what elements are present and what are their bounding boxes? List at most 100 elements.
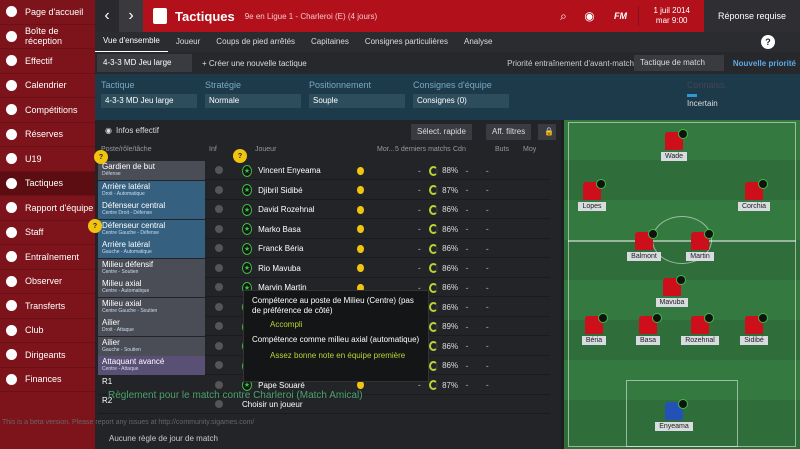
team-instructions-select[interactable]: Consignes (0) xyxy=(413,94,509,108)
help-marker-icon[interactable]: ? xyxy=(233,149,247,163)
strategy-select[interactable]: Normale xyxy=(205,94,301,108)
help-marker-icon[interactable]: ? xyxy=(88,219,102,233)
sidebar-item-observer[interactable]: Observer xyxy=(0,270,95,294)
forward-button[interactable]: › xyxy=(119,0,143,32)
info-icon[interactable] xyxy=(215,283,223,291)
pitch-player[interactable]: Enyeama xyxy=(652,399,696,431)
table-row[interactable]: Défenseur central Centre Droit - Défense ★… xyxy=(98,200,550,219)
globe-icon[interactable]: ◉ xyxy=(576,0,602,32)
player-name[interactable]: Choisir un joueur xyxy=(242,400,352,409)
match-tactic-select[interactable]: Tactique de match xyxy=(634,55,724,71)
tab-consignes-particuli-res[interactable]: Consignes particulières xyxy=(357,32,456,52)
pitch-player[interactable]: Lopes xyxy=(570,179,614,211)
tab-analyse[interactable]: Analyse xyxy=(456,32,500,52)
table-row[interactable]: Arrière latéral Droit - Automatique ★ Djibr… xyxy=(98,180,550,200)
player-name[interactable]: Marko Basa xyxy=(258,225,347,234)
goals-value: - xyxy=(465,302,469,312)
sidebar-item-u19[interactable]: U19 xyxy=(0,147,95,172)
info-icon[interactable] xyxy=(215,166,223,174)
sidebar-item-dirigeants[interactable]: Dirigeants xyxy=(0,343,95,368)
show-filters-button[interactable]: Aff. filtres xyxy=(486,124,532,140)
table-row[interactable]: Gardien de but Défense ★ Vincent Enyeama -88… xyxy=(98,161,550,180)
role-cell[interactable]: Arrière latéral Gauche - Automatique xyxy=(98,239,205,258)
player-cell[interactable]: ★ Djibril Sidibé -87% - - xyxy=(242,182,502,199)
fm-menu-button[interactable]: FM xyxy=(602,0,638,32)
sidebar-item-r-serves[interactable]: Réserves xyxy=(0,123,95,147)
role-cell[interactable]: Milieu axial Centre - Automatique xyxy=(98,278,205,297)
sidebar-item-tactiques[interactable]: Tactiques xyxy=(0,171,95,196)
role-cell[interactable]: Défenseur central Centre Droit - Défense xyxy=(98,200,205,219)
pitch-player[interactable]: Rozehnal xyxy=(678,313,722,345)
tab-capitaines[interactable]: Capitaines xyxy=(303,32,357,52)
continue-button[interactable]: Réponse requise xyxy=(703,0,800,32)
quick-select-button[interactable]: Sélect. rapide xyxy=(411,124,472,140)
sidebar-item-transferts[interactable]: Transferts xyxy=(0,294,95,319)
lock-icon[interactable]: 🔒 xyxy=(538,124,556,140)
role-cell[interactable]: Ailier Gauche - Soutien xyxy=(98,336,205,356)
player-name[interactable]: Franck Béria xyxy=(258,244,347,253)
back-button[interactable]: ‹ xyxy=(95,0,119,32)
player-name[interactable]: David Rozehnal xyxy=(258,205,347,214)
player-cell[interactable]: ★ Marko Basa -86% - - xyxy=(242,221,502,238)
player-cell[interactable]: ★ Vincent Enyeama -88% - - xyxy=(242,162,502,179)
player-name[interactable]: Rio Mavuba xyxy=(258,264,347,273)
role-cell[interactable]: Ailier Droit - Attaque xyxy=(98,317,205,336)
sidebar-item-entra-nement[interactable]: Entraînement xyxy=(0,245,95,270)
formation-select[interactable]: 4-3-3 MD Jeu large xyxy=(97,54,192,72)
info-icon[interactable] xyxy=(215,263,223,272)
help-icon[interactable]: ? xyxy=(761,35,775,49)
sidebar-item-club[interactable]: Club xyxy=(0,319,95,343)
pitch-player[interactable]: Corchia xyxy=(732,179,776,211)
new-priority-button[interactable]: Nouvelle priorité xyxy=(733,59,796,68)
pitch-player[interactable]: Sidibé xyxy=(732,313,776,345)
pitch-player[interactable]: Basa xyxy=(626,313,670,345)
player-cell[interactable]: ★ Rio Mavuba -86% - - xyxy=(242,260,502,277)
pitch-player[interactable]: Mavuba xyxy=(650,275,694,307)
player-name[interactable]: Djibril Sidibé xyxy=(258,186,347,195)
role-cell[interactable]: Défenseur central Centre Gauche - Défense xyxy=(98,219,205,239)
pitch-player[interactable]: Béria xyxy=(572,313,616,345)
squad-info-dropdown[interactable]: Infos effectif xyxy=(116,126,159,135)
table-row[interactable]: Défenseur central Centre Gauche - Défense… xyxy=(98,219,550,239)
tab-vue-d-ensemble[interactable]: Vue d'ensemble xyxy=(95,31,168,53)
info-icon[interactable] xyxy=(215,400,223,408)
sidebar-item-bo-te-de-r-ception[interactable]: Boîte de réception xyxy=(0,25,95,49)
role-cell[interactable]: Gardien de but Défense xyxy=(98,161,205,180)
search-icon[interactable]: ⌕ xyxy=(550,0,576,32)
tactic-select[interactable]: 4-3-3 MD Jeu large xyxy=(101,94,197,108)
info-icon[interactable] xyxy=(215,205,223,213)
tab-coups-de-pied-arr-t-s[interactable]: Coups de pied arrêtés xyxy=(208,32,303,52)
role-cell[interactable]: Attaquant avancé Centre - Attaque xyxy=(98,356,205,375)
sidebar-item-rapport-d-quipe[interactable]: Rapport d'équipe xyxy=(0,196,95,221)
role-cell[interactable]: Milieu axial Centre Gauche - Soutien xyxy=(98,297,205,317)
create-tactic-button[interactable]: + Créer une nouvelle tactique xyxy=(202,59,307,68)
role-cell[interactable]: Arrière latéral Droit - Automatique xyxy=(98,180,205,200)
pitch-player[interactable]: Wade xyxy=(652,129,696,161)
sidebar-item-calendrier[interactable]: Calendrier xyxy=(0,74,95,98)
help-marker-icon[interactable]: ? xyxy=(94,150,108,164)
info-icon[interactable] xyxy=(215,224,223,233)
sidebar-item-effectif[interactable]: Effectif xyxy=(0,49,95,74)
table-row[interactable]: Milieu défensif Centre - Soutien ★ Rio Mavu… xyxy=(98,258,550,278)
info-icon[interactable] xyxy=(215,244,223,252)
player-name[interactable]: Vincent Enyeama xyxy=(258,166,347,175)
sidebar-item-staff[interactable]: Staff xyxy=(0,221,95,245)
match-rule-header[interactable]: Règlement pour le match contre Charleroi… xyxy=(108,390,363,401)
table-row[interactable]: Arrière latéral Gauche - Automatique ★ Fran… xyxy=(98,239,550,258)
sidebar-item-comp-titions[interactable]: Compétitions xyxy=(0,98,95,123)
player-cell[interactable]: ★ David Rozehnal -86% - - xyxy=(242,201,502,218)
info-icon[interactable] xyxy=(215,185,223,194)
role-cell[interactable]: Milieu défensif Centre - Soutien xyxy=(98,258,205,278)
pitch-player[interactable]: Balmont xyxy=(622,229,666,261)
info-icon[interactable] xyxy=(215,322,223,330)
tab-joueur[interactable]: Joueur xyxy=(168,32,208,52)
info-icon[interactable] xyxy=(215,302,223,311)
player-cell[interactable]: ★ Franck Béria -86% - - xyxy=(242,240,502,257)
pitch-player[interactable]: Martin xyxy=(678,229,722,261)
info-icon[interactable] xyxy=(215,341,223,350)
info-icon[interactable] xyxy=(215,380,223,389)
info-icon[interactable] xyxy=(215,361,223,369)
sidebar-item-page-d-accueil[interactable]: Page d'accueil xyxy=(0,0,95,25)
positioning-select[interactable]: Souple xyxy=(309,94,405,108)
sidebar-item-finances[interactable]: Finances xyxy=(0,368,95,392)
